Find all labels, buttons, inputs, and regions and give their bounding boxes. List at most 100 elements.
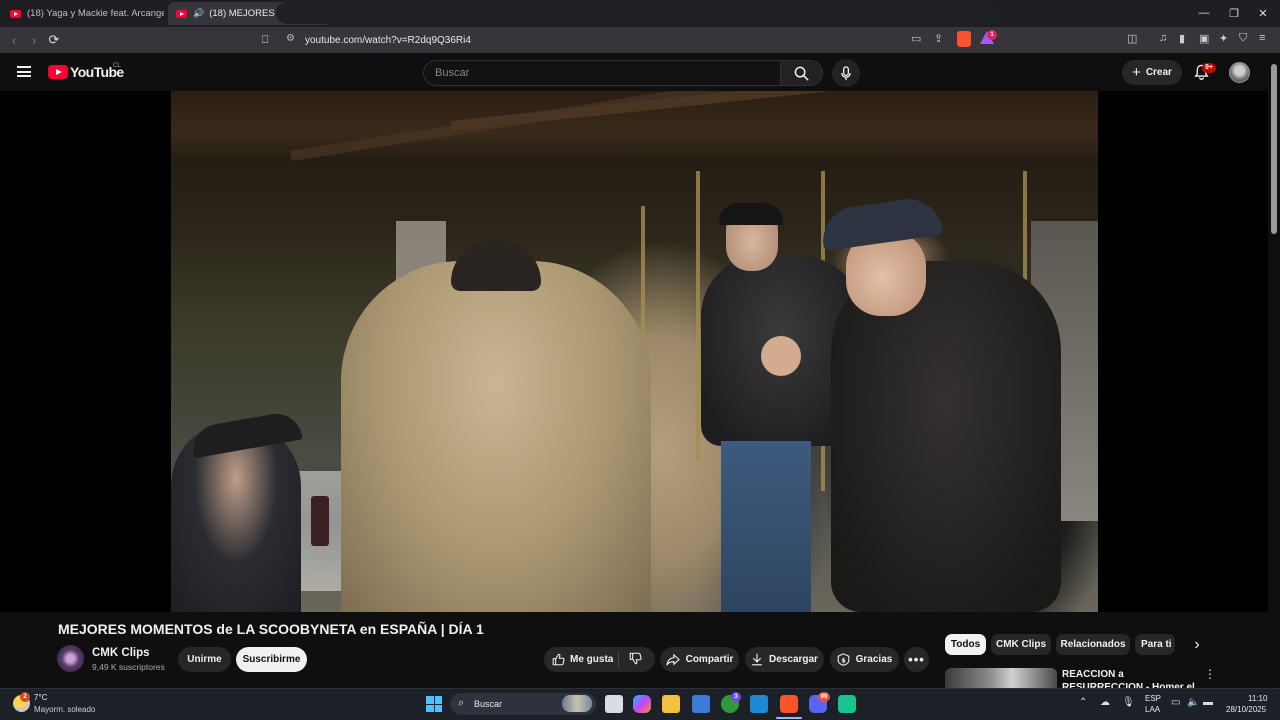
chip-channel[interactable]: CMK Clips — [991, 634, 1051, 655]
chip-for-you[interactable]: Para ti — [1135, 634, 1175, 655]
microphone-icon — [841, 65, 851, 80]
thumbs-up-icon — [552, 653, 565, 666]
language-top[interactable]: ESP — [1145, 694, 1161, 703]
microsoft-store-icon[interactable] — [692, 695, 710, 713]
restore-button[interactable]: ❐ — [1224, 4, 1244, 22]
youtube-favicon-icon — [176, 9, 187, 18]
mail-icon[interactable] — [750, 695, 768, 713]
download-icon — [752, 653, 762, 666]
sidebar-icon[interactable]: ▮ — [1179, 32, 1185, 45]
weather-desc[interactable]: Mayorm. soleado — [34, 705, 95, 714]
menu-icon[interactable]: ≡ — [1259, 32, 1265, 44]
address-bar[interactable] — [276, 2, 1000, 24]
thumbs-down-icon — [629, 652, 642, 665]
search-highlight-image — [562, 695, 592, 712]
leo-ai-icon[interactable]: ✦ — [1219, 32, 1228, 45]
channel-name[interactable]: CMK Clips — [92, 647, 150, 659]
volume-icon[interactable]: 🔈 — [1187, 697, 1199, 708]
thanks-label: Gracias — [855, 654, 893, 665]
clock-date[interactable]: 28/10/2025 — [1226, 705, 1266, 714]
share-label: Compartir — [685, 654, 734, 665]
file-explorer-icon[interactable] — [662, 695, 680, 713]
region-code: CL — [113, 63, 121, 69]
video-content-person-beige-jacket — [341, 261, 651, 612]
chevron-up-icon[interactable]: ⌃ — [1079, 697, 1087, 708]
share-icon[interactable]: ⇪ — [934, 32, 943, 45]
channel-avatar[interactable] — [57, 645, 84, 672]
cast-icon[interactable]: ▭ — [911, 32, 921, 45]
reload-icon[interactable]: ⟳ — [45, 31, 63, 49]
network-icon[interactable]: ▭ — [1171, 697, 1180, 708]
windows-start-icon[interactable] — [426, 696, 442, 712]
join-button[interactable]: Unirme — [178, 647, 231, 672]
more-actions-button[interactable]: ••• — [904, 647, 929, 672]
language-bottom[interactable]: LAA — [1145, 705, 1160, 714]
battery-icon[interactable]: ▬ — [1203, 697, 1213, 708]
like-label: Me gusta — [570, 654, 614, 665]
active-app-indicator — [776, 717, 802, 719]
share-button[interactable]: Compartir — [660, 647, 739, 672]
rewards-badge: 1 — [987, 30, 997, 40]
bookmark-icon[interactable]: ⎕ — [256, 31, 274, 49]
hamburger-menu-icon[interactable] — [17, 66, 31, 77]
scrollbar-thumb[interactable] — [1271, 64, 1277, 234]
youtube-favicon-icon — [10, 9, 21, 18]
download-label: Descargar — [769, 654, 818, 665]
video-content-hand — [761, 336, 801, 376]
url-text[interactable]: youtube.com/watch?v=R2dq9Q36Ri4 — [305, 35, 471, 46]
xbox-badge: 3 — [731, 692, 741, 702]
minimize-button[interactable]: — — [1194, 4, 1214, 22]
create-button[interactable]: + Crear — [1122, 60, 1182, 85]
dislike-button[interactable] — [629, 652, 642, 668]
copilot-icon[interactable] — [633, 695, 651, 713]
search-input[interactable]: Buscar — [423, 60, 781, 86]
screenshot-icon[interactable]: ◫ — [1127, 32, 1137, 45]
share-arrow-icon — [666, 653, 680, 666]
video-player[interactable] — [0, 91, 1268, 612]
brave-shields-icon[interactable] — [957, 31, 971, 47]
task-view-icon[interactable] — [605, 695, 623, 713]
vpn-icon[interactable]: ⛉ — [1239, 32, 1247, 45]
media-icon[interactable]: ♫ — [1159, 32, 1167, 44]
wallet-icon[interactable]: ▣ — [1199, 32, 1209, 45]
chip-todos[interactable]: Todos — [945, 634, 986, 655]
recommendation-thumbnail[interactable] — [945, 668, 1057, 688]
chevron-right-icon[interactable]: › — [1188, 636, 1206, 654]
youtube-logo-icon[interactable] — [48, 65, 68, 79]
discord-badge: 99 — [818, 692, 830, 702]
back-icon[interactable]: ‹ — [5, 31, 23, 49]
forward-icon[interactable]: › — [25, 31, 43, 49]
cloud-icon[interactable]: ☁ — [1100, 697, 1110, 708]
microphone-icon[interactable]: 🎙 — [1122, 697, 1135, 708]
close-window-button[interactable]: ✕ — [1253, 4, 1273, 22]
voice-search-button[interactable] — [832, 59, 860, 87]
super-thanks-icon: $ — [837, 653, 849, 666]
browser-toolbar: ‹ › ⟳ ⎕ — [0, 27, 1280, 53]
app-icon[interactable] — [838, 695, 856, 713]
video-content-person-puffer — [831, 261, 1061, 612]
more-vertical-icon[interactable]: ⋮ — [1204, 667, 1216, 681]
thanks-button[interactable]: $ Gracias — [830, 647, 899, 672]
chip-related[interactable]: Relacionados — [1056, 634, 1130, 655]
taskbar-search-label: Buscar — [474, 699, 503, 709]
video-frame[interactable] — [171, 91, 1098, 612]
search-button[interactable] — [781, 60, 823, 86]
download-button[interactable]: Descargar — [745, 647, 824, 672]
like-button[interactable]: Me gusta — [552, 653, 613, 666]
video-content-jeans — [721, 441, 811, 612]
video-content-can — [311, 496, 329, 546]
clock-time[interactable]: 11:10 — [1248, 694, 1267, 703]
search-icon: ⌕ — [458, 697, 465, 709]
speaker-icon[interactable]: 🔊 — [193, 8, 204, 19]
brave-browser-icon[interactable] — [780, 695, 798, 713]
browser-tab-yaga[interactable]: (18) Yaga y Mackie feat. Arcangel y d — [4, 2, 164, 25]
weather-temp[interactable]: 7°C — [34, 693, 47, 702]
search-icon — [794, 66, 809, 81]
recommendation-title[interactable]: REACCION a RESURRECCION - Homer el Mero … — [1062, 668, 1200, 688]
video-title: MEJORES MOMENTOS de LA SCOOBYNETA en ESP… — [58, 621, 484, 637]
like-dislike-group: Me gusta — [544, 647, 655, 672]
account-avatar[interactable] — [1229, 62, 1250, 83]
site-info-icon[interactable]: ⚙ — [286, 33, 295, 44]
subscribe-button[interactable]: Suscribirme — [236, 647, 307, 672]
search-placeholder: Buscar — [435, 67, 470, 79]
